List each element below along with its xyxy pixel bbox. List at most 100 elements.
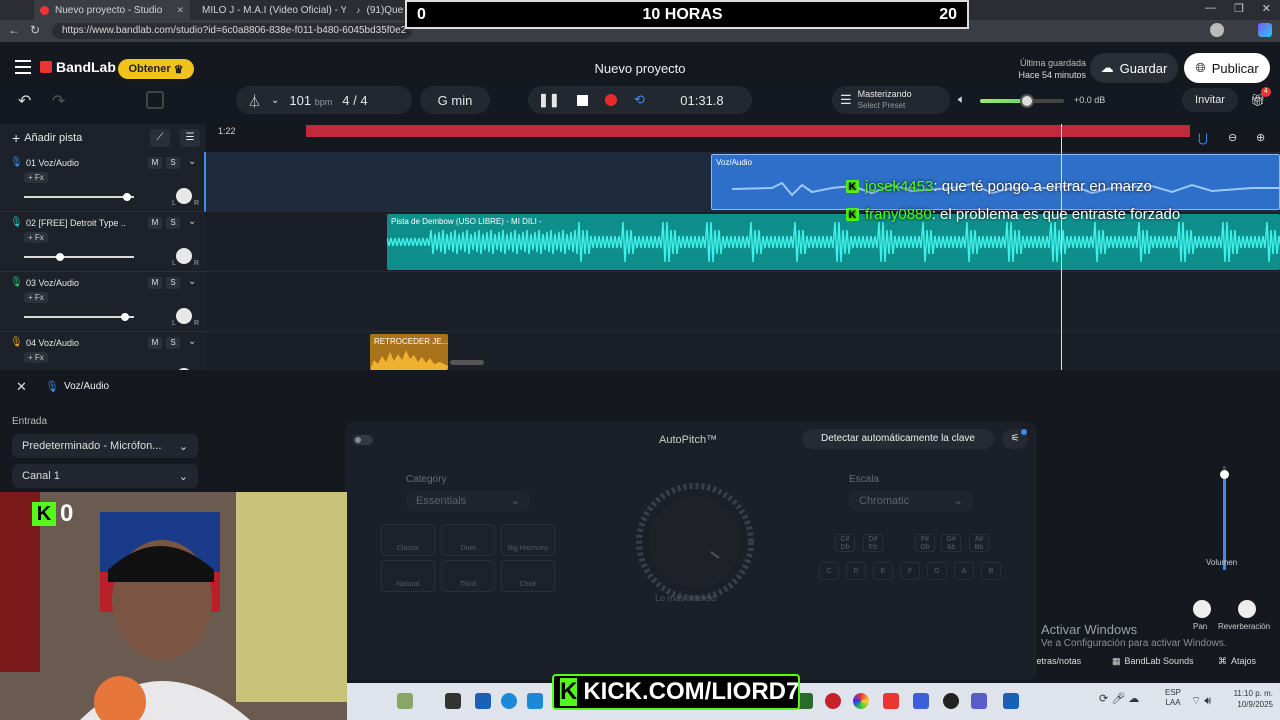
magnet-icon[interactable]: ⋃ bbox=[1198, 131, 1208, 145]
volume-fader[interactable] bbox=[1220, 466, 1229, 570]
copilot-icon[interactable] bbox=[1258, 23, 1272, 37]
close-window-icon[interactable]: ✕ bbox=[1262, 2, 1271, 15]
bandlab-sounds-button[interactable]: ▦ BandLab Sounds bbox=[1112, 656, 1194, 667]
effect-preset[interactable]: Third bbox=[441, 560, 495, 592]
tray-icons[interactable]: ⟳ 🎤︎ ☁︎ bbox=[1099, 692, 1139, 705]
slider-thumb[interactable] bbox=[121, 313, 130, 321]
pause-icon[interactable]: ❚❚ bbox=[538, 92, 560, 108]
track-header[interactable]: 🎙︎ 02 [FREE] Detroit Type ... M S ⌄ + Fx L R bbox=[0, 212, 206, 272]
automation-icon[interactable]: ⟋ bbox=[150, 129, 170, 147]
solo-button[interactable]: S bbox=[166, 157, 180, 169]
track-volume-slider[interactable] bbox=[24, 253, 134, 261]
key-sharp[interactable]: F# Gb bbox=[915, 534, 935, 552]
invitar-button[interactable]: Invitar bbox=[1182, 88, 1238, 112]
stop-icon[interactable] bbox=[576, 94, 588, 106]
mute-button[interactable]: M bbox=[148, 157, 162, 169]
maximize-icon[interactable]: ❐ bbox=[1234, 2, 1244, 15]
bpm-display[interactable]: 101 bpm bbox=[289, 93, 332, 108]
loop-icon[interactable]: ⟲ bbox=[634, 92, 645, 108]
mute-button[interactable]: M bbox=[148, 337, 162, 349]
app-icon[interactable] bbox=[1003, 693, 1019, 709]
key-natural[interactable]: E bbox=[873, 562, 893, 580]
app-icon[interactable] bbox=[825, 693, 841, 709]
pan-knob[interactable] bbox=[176, 248, 192, 264]
key-sharp[interactable]: D# Eb bbox=[863, 534, 883, 552]
network-volume-icons[interactable]: ⌔ 🔊︎ bbox=[1191, 694, 1211, 708]
teams-icon[interactable] bbox=[971, 693, 987, 709]
project-title[interactable]: Nuevo proyecto bbox=[560, 61, 720, 76]
master-volume-slider[interactable] bbox=[980, 94, 1064, 108]
intensity-knob[interactable] bbox=[633, 480, 757, 604]
close-icon[interactable]: ✕ bbox=[176, 5, 184, 16]
effect-preset[interactable]: Choir bbox=[501, 560, 555, 592]
loop-region[interactable] bbox=[306, 125, 1190, 137]
key-natural[interactable]: F bbox=[900, 562, 920, 580]
slider-thumb[interactable] bbox=[123, 193, 132, 201]
pan-knob[interactable] bbox=[176, 308, 192, 324]
mail-icon[interactable] bbox=[527, 693, 543, 709]
track-name[interactable]: 03 Voz/Audio bbox=[26, 278, 126, 288]
key-sharp[interactable]: A# Bb bbox=[969, 534, 989, 552]
weather-icon[interactable] bbox=[397, 693, 413, 709]
browser-tab[interactable]: MILO J - M.A.I (Video Oficial) - Yo bbox=[190, 0, 346, 20]
pan-knob[interactable] bbox=[176, 188, 192, 204]
key-sharp[interactable]: G# Ab bbox=[941, 534, 961, 552]
add-fx-button[interactable]: + Fx bbox=[24, 232, 48, 243]
url-field[interactable]: https://www.bandlab.com/studio?id=6c0a88… bbox=[52, 23, 412, 39]
clip-retroceder[interactable]: RETROCEDER JE... bbox=[370, 334, 448, 370]
horizontal-scrollbar[interactable] bbox=[450, 360, 484, 365]
browser-tab[interactable]: Nuevo proyecto - Studio ✕ bbox=[34, 0, 190, 20]
solo-button[interactable]: S bbox=[166, 217, 180, 229]
channel-select[interactable]: Canal 1 ⌄ bbox=[12, 464, 198, 488]
chrome-icon[interactable] bbox=[853, 693, 869, 709]
effect-preset[interactable]: Natural bbox=[381, 560, 435, 592]
mute-button[interactable]: M bbox=[148, 277, 162, 289]
metronome-icon[interactable]: ⏃ bbox=[248, 91, 261, 110]
chevron-down-icon[interactable]: ⌄ bbox=[188, 156, 196, 167]
back-arrow-icon[interactable]: ← bbox=[8, 23, 20, 37]
close-panel-icon[interactable]: ✕ bbox=[16, 379, 27, 395]
minimize-icon[interactable]: — bbox=[1205, 2, 1216, 15]
autopitch-toggle[interactable] bbox=[353, 435, 373, 445]
zoom-out-icon[interactable]: ⊖ bbox=[1228, 131, 1237, 144]
input-device-select[interactable]: Predeterminado - Micrófon... ⌄ bbox=[12, 434, 198, 458]
track-header[interactable]: 🎙︎ 01 Voz/Audio M S ⌄ + Fx L R bbox=[0, 152, 206, 212]
mixer-icon[interactable]: ☰ bbox=[180, 129, 200, 147]
pan-knob[interactable] bbox=[1193, 600, 1211, 618]
undo-icon[interactable]: ↶ bbox=[18, 91, 31, 111]
track-volume-slider[interactable] bbox=[24, 193, 134, 201]
category-select[interactable]: Essentials ⌄ bbox=[406, 490, 530, 511]
solo-button[interactable]: S bbox=[166, 337, 180, 349]
key-natural[interactable]: D bbox=[846, 562, 866, 580]
track-name[interactable]: 02 [FREE] Detroit Type ... bbox=[26, 218, 126, 228]
mastering-button[interactable]: ☰ Masterizando Select Preset bbox=[832, 86, 950, 114]
reload-icon[interactable]: ↻ bbox=[30, 23, 40, 37]
slider-thumb[interactable] bbox=[56, 253, 65, 261]
playhead[interactable] bbox=[1061, 124, 1062, 370]
chevron-down-icon[interactable]: ⌄ bbox=[188, 216, 196, 227]
key-natural[interactable]: B bbox=[981, 562, 1001, 580]
track-name[interactable]: 01 Voz/Audio bbox=[26, 158, 126, 168]
key-natural[interactable]: C bbox=[819, 562, 839, 580]
effect-preset[interactable]: Big Harmony bbox=[501, 524, 555, 556]
guardar-button[interactable]: ☁ Guardar bbox=[1090, 53, 1178, 83]
taskview-icon[interactable] bbox=[445, 693, 461, 709]
add-fx-button[interactable]: + Fx bbox=[24, 292, 48, 303]
add-track-button[interactable]: + Añadir pista bbox=[12, 130, 82, 146]
key-natural[interactable]: G bbox=[927, 562, 947, 580]
chevron-down-icon[interactable]: ⌄ bbox=[188, 336, 196, 347]
redo-icon[interactable]: ↷ bbox=[52, 91, 65, 111]
menu-icon[interactable] bbox=[15, 60, 31, 74]
effect-preset[interactable]: Classic bbox=[381, 524, 435, 556]
add-fx-button[interactable]: + Fx bbox=[24, 172, 48, 183]
browser-tab[interactable]: ♪ (91)QueLeDoQue? (@quelioque) | bbox=[350, 0, 404, 20]
edge-icon[interactable] bbox=[501, 693, 517, 709]
mute-button[interactable]: M bbox=[148, 217, 162, 229]
chevron-down-icon[interactable]: ⌄ bbox=[271, 95, 279, 106]
tiktok-icon[interactable] bbox=[883, 693, 899, 709]
chevron-down-icon[interactable]: ⌄ bbox=[188, 276, 196, 287]
track-header[interactable]: 🎙︎ 03 Voz/Audio M S ⌄ + Fx L R bbox=[0, 272, 206, 332]
volume-fader-thumb[interactable] bbox=[1220, 470, 1229, 479]
track-name[interactable]: 04 Voz/Audio bbox=[26, 338, 126, 348]
app-icon[interactable] bbox=[913, 693, 929, 709]
